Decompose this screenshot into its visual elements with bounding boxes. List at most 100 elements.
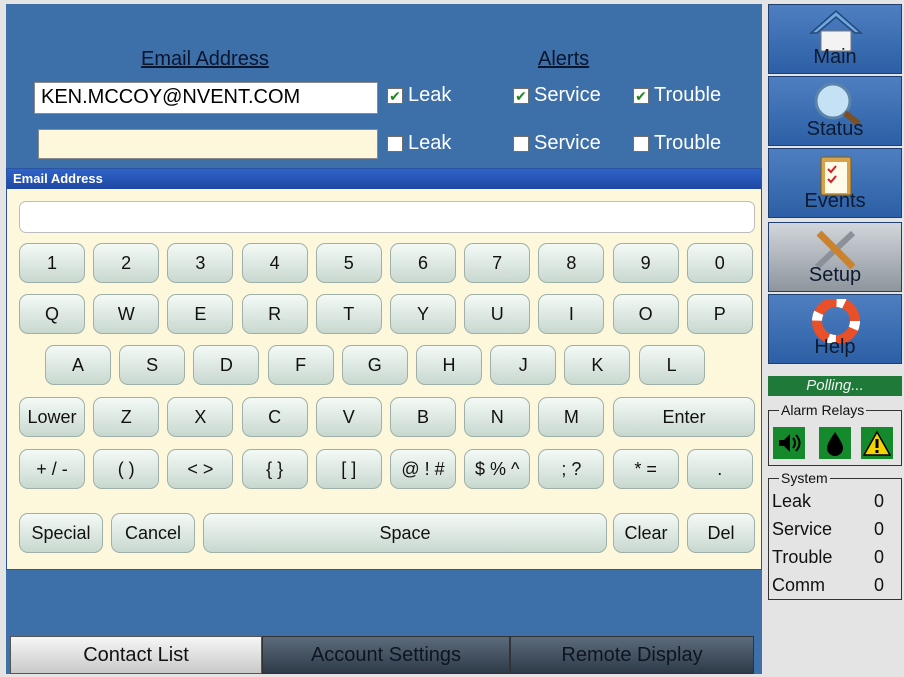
system-group: System Leak 0 Service 0 Trouble 0 Comm 0 bbox=[768, 470, 902, 600]
leak-checkbox-1[interactable]: ✔ Leak bbox=[387, 84, 451, 107]
system-row-comm: Comm 0 bbox=[772, 575, 884, 595]
key-row1-4[interactable]: 5 bbox=[315, 243, 382, 283]
key-row3-2[interactable]: D bbox=[193, 345, 260, 385]
system-row-trouble: Trouble 0 bbox=[772, 547, 884, 567]
nav-events-button[interactable]: Events bbox=[768, 148, 902, 218]
key-row4-3[interactable]: C bbox=[241, 397, 308, 437]
key-row5-4[interactable]: [ ] bbox=[315, 449, 382, 489]
service-label: Service bbox=[534, 132, 601, 154]
key-row1-7[interactable]: 8 bbox=[538, 243, 605, 283]
trouble-label: Trouble bbox=[654, 132, 722, 154]
key-row5-8[interactable]: * = bbox=[612, 449, 679, 489]
service-checkbox-2[interactable]: Service bbox=[513, 132, 601, 155]
key-row1-8[interactable]: 9 bbox=[612, 243, 679, 283]
leak-label: Leak bbox=[408, 132, 452, 154]
check-icon: ✔ bbox=[387, 87, 403, 104]
key-row2-7[interactable]: I bbox=[538, 294, 605, 334]
nav-status-label: Status bbox=[806, 118, 864, 140]
key-row5-7[interactable]: ; ? bbox=[538, 449, 605, 489]
key-row5-1[interactable]: ( ) bbox=[93, 449, 160, 489]
tab-contact-list[interactable]: Contact List bbox=[10, 636, 262, 674]
key-row5-0[interactable]: + / - bbox=[19, 449, 85, 489]
key-row1-2[interactable]: 3 bbox=[167, 243, 234, 283]
key-row2-5[interactable]: Y bbox=[390, 294, 456, 334]
key-row2-6[interactable]: U bbox=[464, 294, 531, 334]
key-row4-1[interactable]: Z bbox=[93, 397, 160, 437]
key-row1-0[interactable]: 1 bbox=[19, 243, 85, 283]
service-label: Service bbox=[534, 84, 601, 106]
nav-setup-button[interactable]: Setup bbox=[768, 222, 902, 292]
key-row3-4[interactable]: G bbox=[341, 345, 408, 385]
key-row3-1[interactable]: S bbox=[119, 345, 186, 385]
key-row4-0[interactable]: Lower bbox=[19, 397, 85, 437]
system-row-service: Service 0 bbox=[772, 519, 884, 539]
trouble-label: Trouble bbox=[654, 84, 722, 106]
key-row1-9[interactable]: 0 bbox=[686, 243, 753, 283]
service-checkbox-1[interactable]: ✔ Service bbox=[513, 84, 601, 107]
nav-status-button[interactable]: Status bbox=[768, 76, 902, 146]
key-row3-5[interactable]: H bbox=[416, 345, 482, 385]
leak-checkbox-2[interactable]: Leak bbox=[387, 132, 451, 155]
key-row6-2[interactable]: Space bbox=[203, 513, 607, 553]
system-title: System bbox=[779, 470, 830, 486]
key-row3-7[interactable]: K bbox=[564, 345, 631, 385]
check-icon: ✔ bbox=[513, 87, 529, 104]
key-row2-1[interactable]: W bbox=[93, 294, 160, 334]
tab-account-settings[interactable]: Account Settings bbox=[262, 636, 510, 674]
nav-main-label: Main bbox=[813, 46, 857, 68]
key-row2-4[interactable]: T bbox=[315, 294, 382, 334]
key-row5-6[interactable]: $ % ^ bbox=[464, 449, 531, 489]
trouble-checkbox-2[interactable]: Trouble bbox=[633, 132, 721, 155]
key-row3-0[interactable]: A bbox=[45, 345, 111, 385]
nav-main-button[interactable]: Main bbox=[768, 4, 902, 74]
key-row4-8[interactable]: Enter bbox=[613, 397, 755, 437]
system-row-leak: Leak 0 bbox=[772, 491, 884, 511]
key-row4-2[interactable]: X bbox=[167, 397, 234, 437]
key-row2-9[interactable]: P bbox=[686, 294, 753, 334]
keyboard-dialog: Email Address 1234567890 QWERTYUIOP ASDFGH… bbox=[6, 168, 762, 570]
key-row6-1[interactable]: Cancel bbox=[111, 513, 195, 553]
key-row5-5[interactable]: @ ! # bbox=[390, 449, 456, 489]
alarm-relays-title: Alarm Relays bbox=[779, 402, 867, 418]
nav-events-label: Events bbox=[804, 190, 866, 212]
key-row3-8[interactable]: L bbox=[638, 345, 705, 385]
email-field-1[interactable]: KEN.MCCOY@NVENT.COM bbox=[34, 82, 378, 114]
tab-remote-display[interactable]: Remote Display bbox=[510, 636, 754, 674]
key-row1-5[interactable]: 6 bbox=[390, 243, 456, 283]
checkbox-empty-icon bbox=[387, 135, 403, 152]
checkbox-empty-icon bbox=[633, 135, 649, 152]
nav-help-button[interactable]: Help bbox=[768, 294, 902, 364]
key-row2-8[interactable]: O bbox=[612, 294, 679, 334]
trouble-checkbox-1[interactable]: ✔ Trouble bbox=[633, 84, 721, 107]
key-row4-4[interactable]: V bbox=[315, 397, 382, 437]
checkbox-empty-icon bbox=[513, 135, 529, 152]
key-row4-7[interactable]: M bbox=[538, 397, 605, 437]
keyboard-input[interactable] bbox=[19, 201, 755, 233]
key-row6-0[interactable]: Special bbox=[19, 513, 103, 553]
nav-setup-label: Setup bbox=[808, 264, 862, 286]
key-row4-6[interactable]: N bbox=[464, 397, 531, 437]
key-row1-3[interactable]: 4 bbox=[241, 243, 308, 283]
key-row5-3[interactable]: { } bbox=[241, 449, 308, 489]
key-row2-3[interactable]: R bbox=[241, 294, 308, 334]
key-row4-5[interactable]: B bbox=[390, 397, 456, 437]
nav-help-label: Help bbox=[814, 336, 856, 358]
key-row6-4[interactable]: Del bbox=[687, 513, 755, 553]
key-row6-3[interactable]: Clear bbox=[613, 513, 679, 553]
drop-icon bbox=[819, 427, 851, 459]
key-row3-6[interactable]: J bbox=[490, 345, 557, 385]
key-row5-2[interactable]: < > bbox=[167, 449, 234, 489]
speaker-icon bbox=[773, 427, 805, 459]
key-row1-1[interactable]: 2 bbox=[93, 243, 160, 283]
key-row1-6[interactable]: 7 bbox=[464, 243, 531, 283]
email-field-2[interactable] bbox=[38, 129, 378, 159]
key-row5-9[interactable]: . bbox=[686, 449, 753, 489]
keyboard-title: Email Address bbox=[7, 169, 761, 189]
warning-icon bbox=[861, 427, 893, 459]
key-row2-0[interactable]: Q bbox=[19, 294, 85, 334]
alarm-relays-group: Alarm Relays bbox=[768, 402, 902, 466]
key-row3-3[interactable]: F bbox=[267, 345, 334, 385]
email-address-header: Email Address bbox=[141, 48, 269, 70]
polling-status: Polling... bbox=[768, 376, 902, 396]
key-row2-2[interactable]: E bbox=[167, 294, 234, 334]
